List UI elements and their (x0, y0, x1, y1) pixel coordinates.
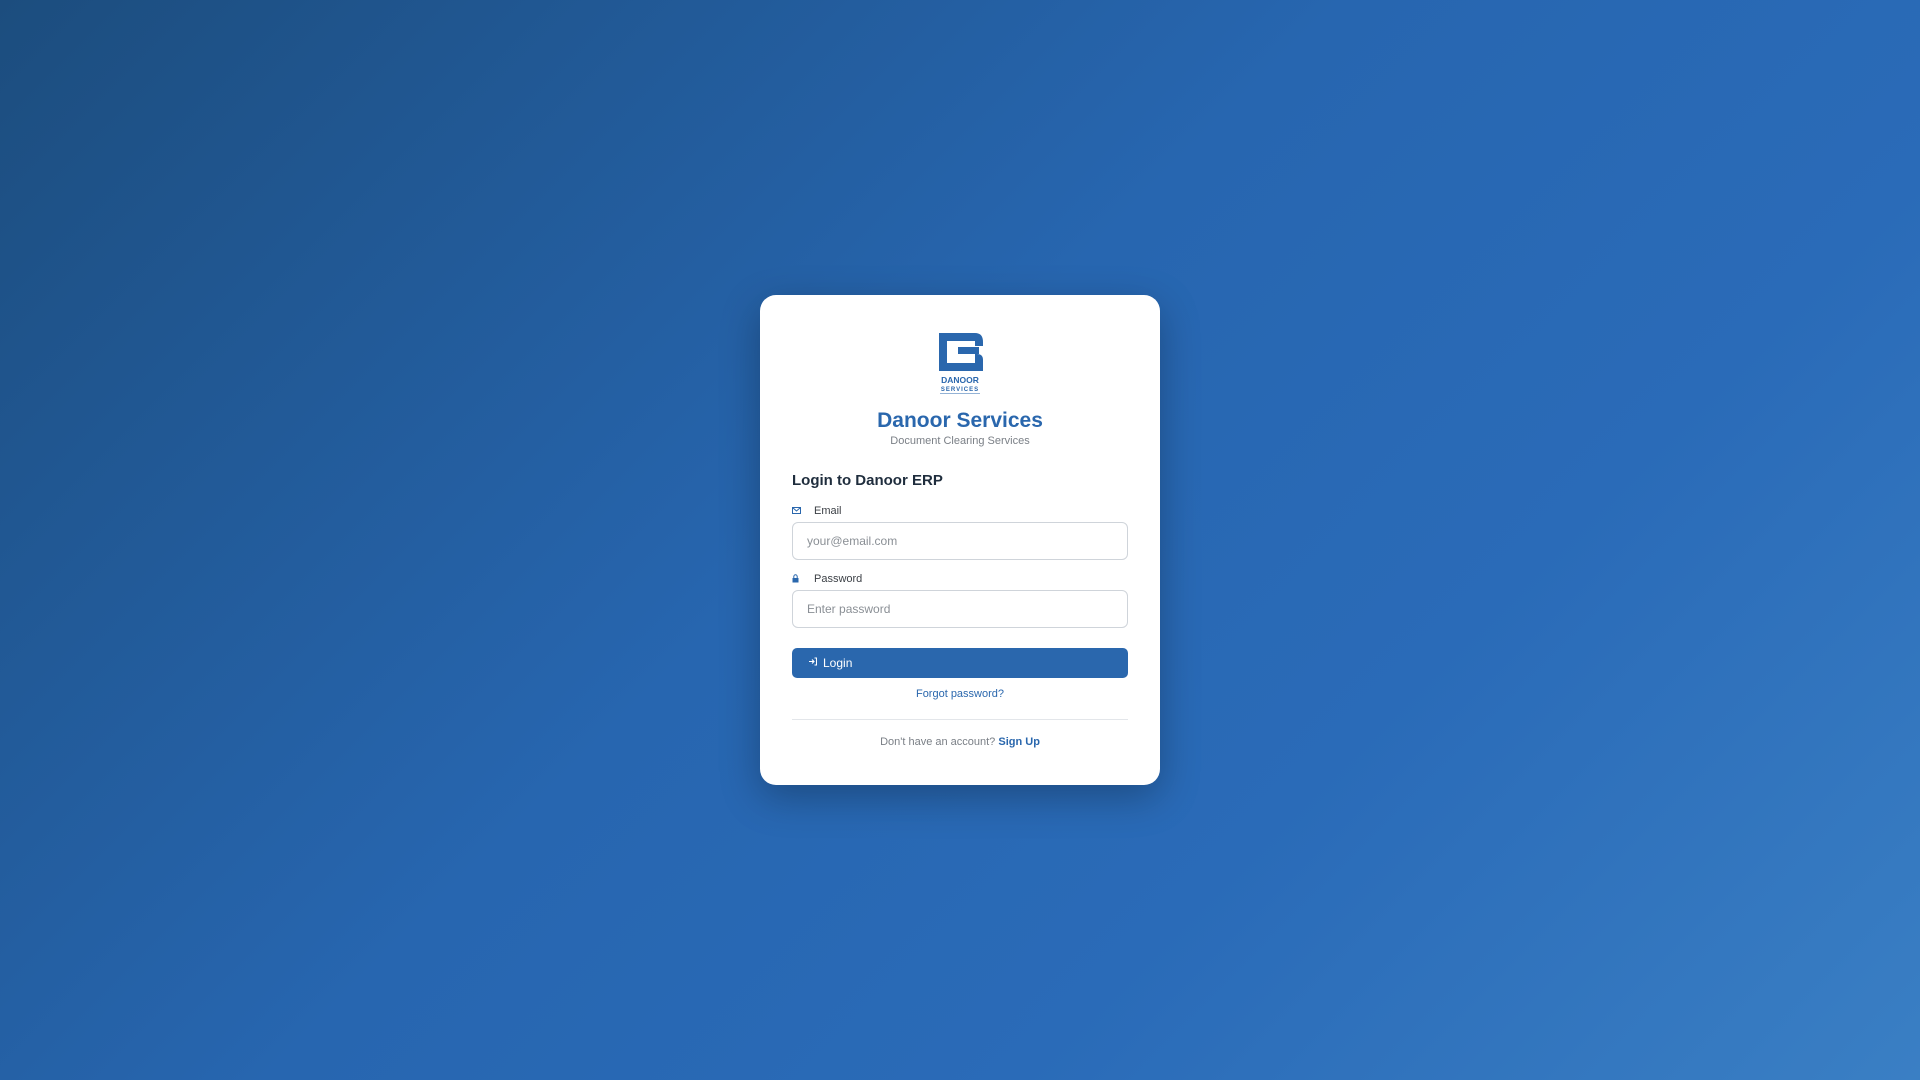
form-heading: Login to Danoor ERP (792, 472, 943, 489)
email-input[interactable] (792, 522, 1128, 560)
password-label-text: Password (814, 573, 863, 585)
password-input[interactable] (792, 590, 1128, 628)
forgot-password-link[interactable]: Forgot password? (760, 688, 1160, 700)
signup-link[interactable]: Sign Up (998, 736, 1040, 748)
brand-tagline: Document Clearing Services (890, 435, 1030, 447)
svg-text:DANOOR: DANOOR (941, 375, 979, 385)
password-label: Password (792, 573, 862, 585)
email-label: Email (792, 505, 842, 517)
signup-row: Don't have an account? Sign Up (760, 736, 1160, 748)
divider (792, 719, 1128, 720)
login-card: DANOOR SERVICES Danoor Services Document… (760, 295, 1160, 785)
signup-prompt: Don't have an account? (880, 736, 996, 748)
sign-in-icon (808, 657, 817, 669)
brand-name: Danoor Services (877, 409, 1043, 432)
email-label-text: Email (814, 505, 842, 517)
login-button-label: Login (823, 656, 853, 670)
lock-icon (792, 573, 814, 585)
danoor-logo: DANOOR SERVICES (937, 333, 983, 395)
login-button[interactable]: Login (792, 648, 1128, 678)
envelope-icon (792, 506, 814, 516)
svg-text:SERVICES: SERVICES (941, 387, 979, 393)
